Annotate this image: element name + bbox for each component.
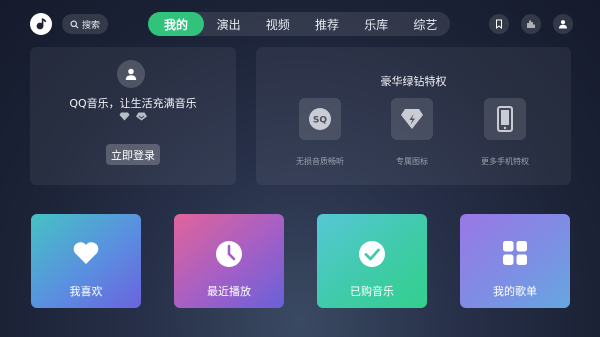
perk-label-lossless: 无损音质畅听 [296,157,344,166]
sq-icon[interactable]: SQ [299,98,341,140]
user-avatar-icon[interactable] [117,60,145,88]
tab-shows[interactable]: 演出 [204,12,253,36]
svg-text:SQ: SQ [313,116,327,126]
login-slogan: QQ音乐，让生活充满音乐 [69,97,197,110]
card-label: 已购音乐 [350,285,394,298]
badge-row [119,112,148,121]
equalizer-icon [527,20,535,28]
grid-icon [503,241,527,265]
user-button[interactable] [553,14,573,34]
vip-title: 豪华绿钻特权 [380,75,447,88]
search-icon [70,20,79,28]
card-label: 我喜欢 [69,285,103,298]
diamond-badge-icon[interactable] [391,98,433,140]
purchased-music-card[interactable]: 已购音乐 [317,214,427,308]
tab-library[interactable]: 乐库 [352,12,401,36]
tab-mine[interactable]: 我的 [148,12,204,36]
my-favorites-card[interactable]: 我喜欢 [31,214,141,308]
diamond-icon [119,112,130,121]
qq-music-logo-icon[interactable] [30,13,52,35]
user-icon [559,20,567,29]
phone-icon[interactable] [484,98,526,140]
card-label: 我的歌单 [493,285,537,298]
search-label: 搜索 [81,20,100,31]
tab-video[interactable]: 视频 [253,12,302,36]
tab-recommend[interactable]: 推荐 [302,12,351,36]
top-bar: 搜索 我的 演出 视频 推荐 乐库 综艺 [0,0,600,48]
check-circle-icon [359,241,385,267]
perk-label-icon: 专属图标 [396,157,428,166]
equalizer-button[interactable] [521,14,541,34]
bookmark-button[interactable] [489,14,509,34]
login-button[interactable]: 立即登录 [106,144,160,165]
card-label: 最近播放 [207,285,251,298]
heart-icon [73,242,99,264]
main-tabs: 我的 演出 视频 推荐 乐库 综艺 [148,12,450,36]
vip-badge-icon [136,112,147,121]
search-button[interactable]: 搜索 [62,14,108,34]
tab-variety[interactable]: 综艺 [401,12,450,36]
recent-plays-card[interactable]: 最近播放 [174,214,284,308]
perk-label-phone: 更多手机特权 [481,157,529,166]
clock-icon [216,241,242,267]
my-playlists-card[interactable]: 我的歌单 [460,214,570,308]
bookmark-icon [496,19,502,29]
